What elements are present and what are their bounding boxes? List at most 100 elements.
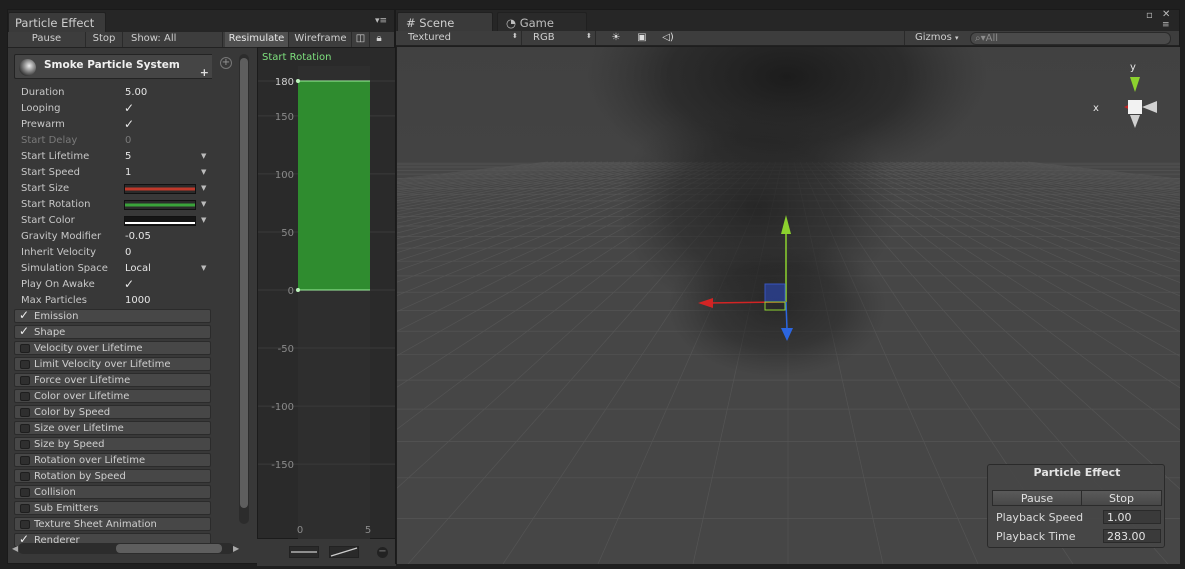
property-row[interactable]: Start Speed 1 ▼ [21, 165, 211, 181]
dropdown-arrow-icon[interactable]: ▼ [201, 200, 206, 208]
module-header[interactable]: Size over Lifetime [14, 421, 211, 435]
module-check-icon[interactable]: ✓ [19, 308, 29, 322]
scroll-right-icon[interactable]: ▶ [233, 544, 239, 553]
vertical-scrollbar[interactable] [239, 54, 249, 524]
module-checkbox[interactable] [20, 504, 30, 513]
module-checkbox[interactable] [20, 520, 30, 529]
resimulate-button[interactable]: Resimulate [225, 32, 289, 47]
property-row[interactable]: Start Lifetime 5 ▼ [21, 149, 211, 165]
scroll-thumb[interactable] [240, 58, 248, 508]
overlay-pause-button[interactable]: Pause [992, 490, 1082, 506]
particle-system-header[interactable]: Smoke Particle System + [14, 54, 212, 79]
scroll-thumb-h[interactable] [116, 544, 222, 553]
curve-key[interactable] [296, 79, 300, 83]
property-row[interactable]: Max Particles 1000 [21, 293, 211, 309]
checkbox-check-icon[interactable]: ✓ [124, 277, 134, 291]
tab-game[interactable]: ◔ Game [497, 12, 587, 32]
curve-graph[interactable]: 180 150 100 50 0 -50 -100 -150 0 5 [258, 66, 397, 540]
module-header[interactable]: Texture Sheet Animation [14, 517, 211, 531]
dropdown-arrow-icon[interactable]: ▼ [201, 168, 206, 176]
split-view-icon[interactable]: ◫ [352, 32, 370, 47]
property-row[interactable]: Inherit Velocity 0 [21, 245, 211, 261]
property-row[interactable]: Gravity Modifier -0.05 [21, 229, 211, 245]
checkbox-check-icon[interactable]: ✓ [124, 117, 134, 131]
lock-icon[interactable]: 🔒︎ [370, 32, 388, 47]
tab-particle-effect[interactable]: Particle Effect [8, 12, 106, 32]
property-row[interactable]: Start Rotation ▼ [21, 197, 211, 213]
property-value[interactable]: 1 [125, 167, 131, 178]
module-checkbox[interactable] [20, 424, 30, 433]
property-row[interactable]: Start Size ▼ [21, 181, 211, 197]
module-checkbox[interactable] [20, 360, 30, 369]
pause-button[interactable]: Pause [8, 32, 86, 47]
panel-menu-icon[interactable]: ▾≡ [375, 16, 387, 26]
property-row[interactable]: Simulation Space Local ▼ [21, 261, 211, 277]
scene-search-input[interactable]: ⌕▾All [970, 32, 1171, 45]
gizmos-dropdown[interactable]: Gizmos ▾ [904, 31, 962, 45]
module-checkbox[interactable] [20, 456, 30, 465]
property-row[interactable]: Start Color ▼ [21, 213, 211, 229]
property-curve-swatch[interactable] [124, 216, 196, 226]
module-checkbox[interactable] [20, 440, 30, 449]
module-header[interactable]: Force over Lifetime [14, 373, 211, 387]
module-header[interactable]: Color over Lifetime [14, 389, 211, 403]
module-header[interactable]: ✓ Shape [14, 324, 211, 339]
module-header[interactable]: Sub Emitters [14, 501, 211, 515]
property-row[interactable]: Start Delay 0 [21, 133, 211, 149]
audio-toggle-icon[interactable]: ◁) [660, 32, 676, 44]
stop-button[interactable]: Stop [86, 32, 123, 47]
module-header[interactable]: ✓ Emission [14, 308, 211, 323]
module-checkbox[interactable] [20, 376, 30, 385]
dropdown-arrow-icon[interactable]: ▼ [201, 216, 206, 224]
dropdown-arrow-icon[interactable]: ▼ [201, 184, 206, 192]
module-checkbox[interactable] [20, 488, 30, 497]
scene-menu-icon[interactable]: ≡ [1162, 20, 1170, 30]
property-row[interactable]: Prewarm ✓ [21, 117, 211, 133]
property-row[interactable]: Play On Awake ✓ [21, 277, 211, 293]
show-dropdown[interactable]: Show: All [123, 32, 223, 47]
color-mode-dropdown[interactable]: RGB ⬍ [523, 31, 596, 45]
property-value[interactable]: -0.05 [125, 231, 151, 242]
module-checkbox[interactable] [20, 408, 30, 417]
property-value[interactable]: 5.00 [125, 87, 147, 98]
module-header[interactable]: Size by Speed [14, 437, 211, 451]
remove-curve-icon[interactable]: − [377, 547, 388, 558]
horizontal-scrollbar[interactable] [18, 543, 234, 554]
wireframe-button[interactable]: Wireframe [290, 32, 352, 47]
playback-speed-field[interactable]: 1.00 [1103, 510, 1161, 524]
scroll-left-icon[interactable]: ◀ [12, 544, 18, 553]
tab-scene[interactable]: # Scene [397, 12, 493, 32]
curve-key[interactable] [296, 288, 300, 292]
module-checkbox[interactable] [20, 472, 30, 481]
property-curve-swatch[interactable] [124, 184, 196, 194]
module-check-icon[interactable]: ✓ [19, 324, 29, 338]
module-header[interactable]: Rotation by Speed [14, 469, 211, 483]
lighting-toggle-icon[interactable]: ☀ [608, 32, 624, 44]
module-checkbox[interactable] [20, 344, 30, 353]
module-header[interactable]: Limit Velocity over Lifetime [14, 357, 211, 371]
dropdown-arrow-icon[interactable]: ▼ [201, 264, 206, 272]
module-checkbox[interactable] [20, 392, 30, 401]
linear-curve-preset[interactable] [329, 546, 359, 558]
image-toggle-icon[interactable]: ▣ [634, 32, 650, 44]
property-value[interactable]: 0 [125, 135, 131, 146]
module-header[interactable]: Collision [14, 485, 211, 499]
add-module-icon[interactable]: + [220, 57, 232, 69]
playback-time-field[interactable]: 283.00 [1103, 529, 1161, 543]
property-row[interactable]: Duration 5.00 [21, 85, 211, 101]
property-value[interactable]: 0 [125, 247, 131, 258]
module-header[interactable]: Color by Speed [14, 405, 211, 419]
property-curve-swatch[interactable] [124, 200, 196, 210]
render-mode-dropdown[interactable]: Textured ⬍ [396, 31, 522, 45]
close-icon[interactable]: ✕ [1162, 9, 1170, 20]
property-value[interactable]: Local [125, 263, 151, 274]
dropdown-arrow-icon[interactable]: ▼ [201, 152, 206, 160]
overlay-stop-button[interactable]: Stop [1081, 490, 1162, 506]
property-value[interactable]: 5 [125, 151, 131, 162]
flat-curve-preset[interactable] [289, 546, 319, 558]
add-system-icon[interactable]: + [200, 66, 209, 79]
checkbox-check-icon[interactable]: ✓ [124, 101, 134, 115]
property-row[interactable]: Looping ✓ [21, 101, 211, 117]
module-header[interactable]: Velocity over Lifetime [14, 341, 211, 355]
property-value[interactable]: 1000 [125, 295, 150, 306]
